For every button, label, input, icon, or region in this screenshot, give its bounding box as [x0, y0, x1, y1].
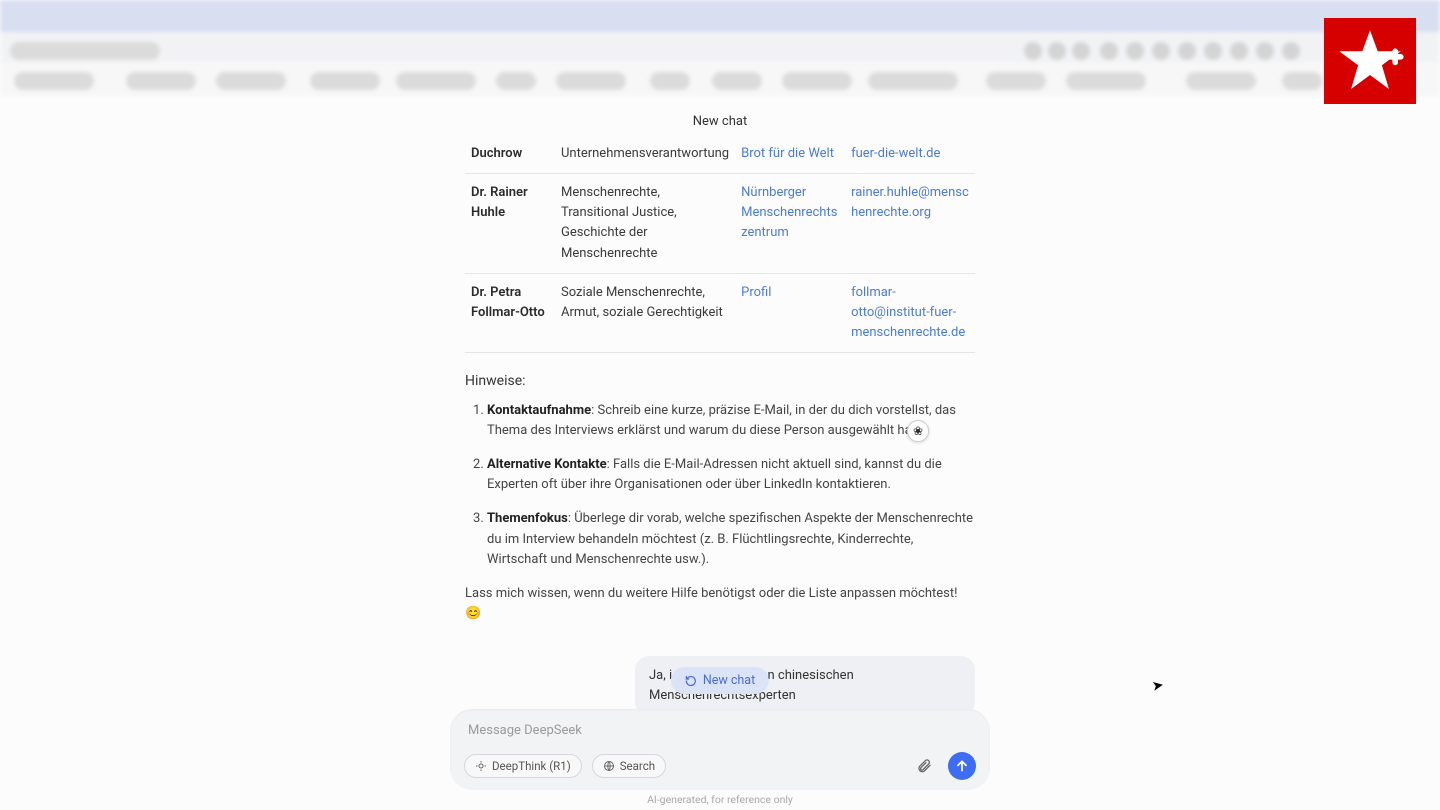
expert-topic: Soziale Menschenrechte, Armut, soziale G…	[555, 273, 735, 352]
list-item: Alternative Kontakte: Falls die E-Mail-A…	[487, 455, 975, 495]
hints-list: Kontaktaufnahme: Schreib eine kurze, prä…	[465, 401, 975, 570]
extension-badge-icon[interactable]: ❀	[907, 420, 929, 442]
list-item: Kontaktaufnahme: Schreib eine kurze, prä…	[487, 401, 975, 441]
page-title: New chat	[693, 114, 747, 129]
expert-name: Duchrow	[465, 135, 555, 174]
message-input-container[interactable]: Message DeepSeek DeepThink (R1) Search	[450, 709, 990, 790]
expert-name: Dr. Petra Follmar-Otto	[465, 273, 555, 352]
stern-logo	[1324, 18, 1416, 104]
attach-button[interactable]	[910, 752, 938, 780]
expert-org-link[interactable]: Profil	[741, 285, 771, 300]
table-row: Dr. Petra Follmar-Otto Soziale Menschenr…	[465, 273, 975, 352]
send-button[interactable]	[948, 752, 976, 780]
list-item: Themenfokus: Überlege dir vorab, welche …	[487, 509, 975, 569]
expert-contact-link[interactable]: rainer.huhle@menschenrechte.org	[851, 185, 969, 220]
new-chat-button[interactable]: New chat	[671, 667, 769, 694]
arrow-up-icon	[954, 758, 970, 774]
experts-table: Duchrow Unternehmensverantwortung Brot f…	[465, 135, 975, 353]
expert-contact-link[interactable]: fuer-die-welt.de	[851, 146, 940, 161]
expert-contact-link[interactable]: follmar-otto@institut-fuer-menschenrecht…	[851, 285, 965, 340]
footer-disclaimer: AI-generated, for reference only	[0, 793, 1440, 806]
expert-org-link[interactable]: Brot für die Welt	[741, 146, 834, 161]
message-input[interactable]: Message DeepSeek	[464, 723, 976, 752]
expert-topic: Unternehmensverantwortung	[555, 135, 735, 174]
sparkle-icon	[475, 760, 487, 772]
expert-topic: Menschenrechte, Transitional Justice, Ge…	[555, 174, 735, 274]
expert-name: Dr. Rainer Huhle	[465, 174, 555, 274]
mouse-cursor-icon: ➤	[1151, 677, 1165, 695]
expert-org-link[interactable]: Nürnberger Menschenrechtszentrum	[741, 185, 837, 240]
table-row: Dr. Rainer Huhle Menschenrechte, Transit…	[465, 174, 975, 274]
browser-chrome	[0, 0, 1440, 95]
search-chip[interactable]: Search	[592, 754, 666, 778]
hints-title: Hinweise:	[465, 371, 975, 393]
deepthink-chip[interactable]: DeepThink (R1)	[464, 754, 582, 778]
table-row: Duchrow Unternehmensverantwortung Brot f…	[465, 135, 975, 174]
new-chat-label: New chat	[703, 673, 755, 688]
closing-text: Lass mich wissen, wenn du weitere Hilfe …	[465, 584, 975, 624]
paperclip-icon	[916, 758, 932, 774]
refresh-icon	[685, 675, 697, 687]
globe-icon	[603, 760, 615, 772]
